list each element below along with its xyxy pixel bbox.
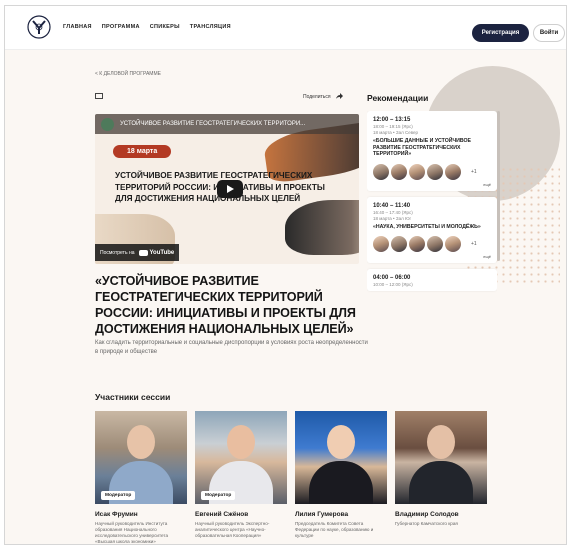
recommendations-scrollbar[interactable] xyxy=(497,111,500,261)
photo-figure xyxy=(409,461,473,504)
photo-figure xyxy=(427,425,455,459)
participant-card[interactable]: Модератор Евгений Сжёнов Научный руковод… xyxy=(195,411,287,539)
register-button[interactable]: Регистрация xyxy=(472,24,529,42)
page: ГЛАВНАЯ ПРОГРАММА СПИКЕРЫ ТРАНСЛЯЦИЯ Рег… xyxy=(4,5,567,545)
avatar xyxy=(445,236,461,252)
card-local-time: 16:40 – 17:40 (Ярс) xyxy=(373,209,413,215)
more-label[interactable]: ещё xyxy=(373,182,491,187)
video-date-badge: 18 марта xyxy=(113,145,172,158)
main-nav: ГЛАВНАЯ ПРОГРАММА СПИКЕРЫ ТРАНСЛЯЦИЯ xyxy=(63,24,231,30)
channel-avatar xyxy=(101,117,114,131)
card-title: «НАУКА, УНИВЕРСИТЕТЫ И МОЛОДЁЖЬ» xyxy=(373,223,481,230)
participant-role: Научный руководитель Института образован… xyxy=(95,521,169,544)
brush-decoration xyxy=(285,200,359,255)
share-label: Поделиться xyxy=(303,93,331,100)
photo-figure xyxy=(127,425,155,459)
card-local-time: 18:00 – 19:15 (Ярс) xyxy=(373,124,413,129)
participant-name: Евгений Сжёнов xyxy=(195,511,249,518)
back-link[interactable]: < К ДЕЛОВОЙ ПРОГРАММЕ xyxy=(95,71,161,77)
card-time: 04:00 – 06:00 xyxy=(373,275,411,281)
participant-role: Губернатор Камчатского края xyxy=(395,521,458,526)
calendar-icon[interactable] xyxy=(95,93,103,99)
recommendation-card[interactable]: 12:00 – 13:15 18:00 – 19:15 (Ярс) 18 мар… xyxy=(367,111,497,191)
participant-name: Лилия Гумерова xyxy=(295,511,349,518)
speaker-avatars: +1 xyxy=(373,163,491,180)
card-title: «БОЛЬШИЕ ДАННЫЕ И УСТОЙЧИВОЕ РАЗВИТИЕ ГЕ… xyxy=(373,138,471,157)
participant-card[interactable]: Модератор Исак Фрумин Научный руководите… xyxy=(95,411,187,544)
participant-photo xyxy=(295,411,387,504)
participant-name: Исак Фрумин xyxy=(95,511,138,518)
avatar xyxy=(373,236,389,252)
participant-card[interactable]: Владимир Солодов Губернатор Камчатского … xyxy=(395,411,487,527)
card-location: 18 марта • Зал Север xyxy=(373,130,419,135)
more-count: +1 xyxy=(471,168,477,175)
recommendations-list[interactable]: 12:00 – 13:15 18:00 – 19:15 (Ярс) 18 мар… xyxy=(367,111,497,321)
participants-title: Участники сессии xyxy=(95,392,171,402)
card-local-time: 10:00 – 12:00 (Ярс) xyxy=(373,282,413,287)
avatar xyxy=(373,163,389,180)
session-title: «УСТОЙЧИВОЕ РАЗВИТИЕ ГЕОСТРАТЕГИЧЕСКИХ Т… xyxy=(95,274,356,336)
card-time: 12:00 – 13:15 xyxy=(373,117,411,123)
watch-on-label: Посмотреть на xyxy=(100,249,135,256)
participant-photo xyxy=(395,411,487,504)
photo-figure xyxy=(309,461,373,504)
more-label[interactable]: ещё xyxy=(373,254,491,259)
card-location: 18 марта • Зал Юг xyxy=(373,215,412,221)
avatar xyxy=(445,163,461,180)
header: ГЛАВНАЯ ПРОГРАММА СПИКЕРЫ ТРАНСЛЯЦИЯ Рег… xyxy=(5,6,566,50)
youtube-logo: YouTube xyxy=(138,249,174,256)
avatar xyxy=(409,163,425,180)
nav-program[interactable]: ПРОГРАММА xyxy=(102,24,140,30)
recommendation-card[interactable]: 04:00 – 06:00 10:00 – 12:00 (Ярс) xyxy=(367,269,497,291)
more-count: +1 xyxy=(471,241,477,247)
photo-figure xyxy=(327,425,355,459)
speaker-avatars: +1 xyxy=(373,236,491,252)
moderator-badge: Модератор xyxy=(201,491,236,500)
participant-name: Владимир Солодов xyxy=(395,511,459,518)
card-time: 10:40 – 11:40 xyxy=(373,202,411,209)
recommendations-title: Рекомендации xyxy=(367,93,429,103)
session-subtitle: Как сгладить территориальные и социальны… xyxy=(95,340,368,355)
avatar xyxy=(391,163,407,180)
avatar xyxy=(409,236,425,252)
nav-home[interactable]: ГЛАВНАЯ xyxy=(63,24,92,30)
moderator-badge: Модератор xyxy=(101,491,136,500)
participant-card[interactable]: Лилия Гумерова Председатель Комитета Сов… xyxy=(295,411,387,539)
recommendation-card[interactable]: 10:40 – 11:40 16:40 – 17:40 (Ярс) 18 мар… xyxy=(367,196,497,263)
nav-broadcast[interactable]: ТРАНСЛЯЦИЯ xyxy=(190,24,231,30)
participant-photo: Модератор xyxy=(195,411,287,504)
nav-speakers[interactable]: СПИКЕРЫ xyxy=(150,24,180,30)
video-player[interactable]: УСТОЙЧИВОЕ РАЗВИТИЕ ГЕОСТРАТЕГИЧЕСКИХ ТЕ… xyxy=(95,114,359,264)
site-logo[interactable] xyxy=(27,15,51,39)
watch-on-youtube[interactable]: Посмотреть на YouTube xyxy=(95,244,180,261)
video-top-bar: УСТОЙЧИВОЕ РАЗВИТИЕ ГЕОСТРАТЕГИЧЕСКИХ ТЕ… xyxy=(95,114,359,134)
share-arrow-icon xyxy=(335,93,343,99)
play-icon[interactable] xyxy=(217,180,243,198)
photo-figure xyxy=(227,425,255,459)
login-button[interactable]: Войти xyxy=(533,24,565,42)
video-channel-title: УСТОЙЧИВОЕ РАЗВИТИЕ ГЕОСТРАТЕГИЧЕСКИХ ТЕ… xyxy=(120,121,306,127)
participant-role: Научный руководитель Экспертно-аналитиче… xyxy=(195,521,270,538)
participant-role: Председатель Комитета Совета Федерации п… xyxy=(295,521,374,538)
avatar xyxy=(391,236,407,252)
share-button[interactable]: Поделиться xyxy=(303,93,343,100)
participant-photo: Модератор xyxy=(95,411,187,504)
avatar xyxy=(427,163,443,180)
avatar xyxy=(427,236,443,252)
